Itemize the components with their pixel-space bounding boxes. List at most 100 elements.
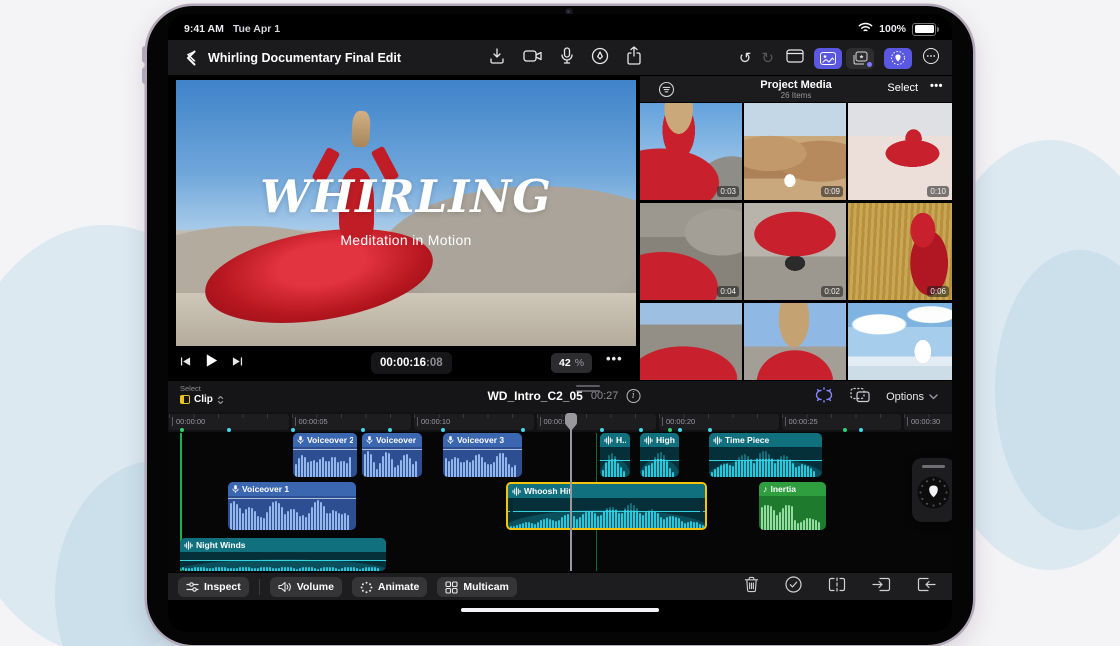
toolbar-button-label: Volume — [297, 581, 334, 593]
keyframe-dot[interactable] — [388, 428, 392, 432]
effects-badge — [867, 62, 872, 67]
info-icon[interactable]: i — [626, 389, 640, 403]
clip-duration-badge: 0:02 — [821, 286, 843, 297]
check-circle-icon[interactable] — [785, 576, 802, 598]
select-mode-label: Select — [180, 384, 201, 393]
clip-duration-badge: 0:04 — [717, 286, 739, 297]
jog-dial[interactable] — [916, 475, 951, 515]
media-browser-button[interactable] — [814, 48, 842, 69]
waveform-icon — [604, 436, 613, 445]
keyframe-dot[interactable] — [227, 428, 231, 432]
timeline-clip[interactable]: Voiceover 3 — [443, 433, 522, 477]
overlay-icon[interactable] — [850, 387, 870, 408]
toolbar-button-label: Animate — [378, 581, 419, 593]
sync-icon[interactable] — [814, 387, 834, 408]
toolbar-right-icons — [744, 576, 936, 598]
jog-button[interactable] — [884, 48, 912, 69]
play-icon[interactable] — [204, 353, 219, 373]
back-button[interactable] — [186, 50, 196, 71]
effects-browser-button[interactable] — [846, 48, 874, 69]
keyframe-dot[interactable] — [843, 428, 847, 432]
timeline-clip[interactable]: Whoosh Hit — [506, 482, 707, 530]
timeline-clip[interactable]: Voiceover 2 — [293, 433, 357, 477]
keyframe-dot[interactable] — [180, 428, 184, 432]
ruler-timecode-label: 00:00:25 — [785, 417, 818, 426]
keyframe-dot[interactable] — [708, 428, 712, 432]
jog-wheel-panel[interactable] — [912, 458, 952, 522]
mic-icon — [447, 435, 454, 445]
media-more-button[interactable]: ••• — [930, 80, 943, 92]
insert-right-icon[interactable] — [917, 577, 936, 597]
keyframe-dot[interactable] — [441, 428, 445, 432]
keyframe-dot[interactable] — [600, 428, 604, 432]
timeline-clip[interactable]: Voiceover 1 — [228, 482, 356, 530]
clip-waveform — [640, 447, 679, 477]
previous-frame-icon[interactable] — [180, 354, 191, 372]
trash-icon[interactable] — [744, 576, 759, 598]
timeline-ruler[interactable]: 00:00:0000:00:0500:00:1000:00:1500:00:20… — [168, 412, 952, 432]
viewer-pane: WHIRLING Meditation in Motion 00:00:16:0… — [168, 76, 640, 378]
keyframe-dot[interactable] — [668, 428, 672, 432]
mic-icon[interactable] — [560, 47, 574, 70]
clip-header: Voiceover 3 — [443, 433, 522, 447]
clip-header: Voiceover 2 — [362, 433, 422, 447]
media-thumbnail[interactable]: 0:09 — [744, 103, 846, 200]
waveform-icon — [512, 487, 521, 496]
share-icon[interactable] — [626, 46, 642, 70]
media-thumbnail[interactable]: 0:10 — [848, 103, 952, 200]
media-thumbnail[interactable] — [848, 303, 952, 380]
undo-icon[interactable]: ↺ — [739, 51, 752, 66]
clip-name: Inertia — [771, 484, 797, 494]
media-thumbnail[interactable]: 0:04 — [640, 203, 742, 300]
select-button[interactable]: Select — [887, 82, 918, 94]
more-button[interactable] — [922, 47, 940, 70]
multicam-button[interactable]: Multicam — [437, 577, 517, 597]
keyframe-dot[interactable] — [361, 428, 365, 432]
jog-drag-handle[interactable] — [922, 465, 945, 468]
insert-left-icon[interactable] — [872, 577, 891, 597]
clip-waveform — [293, 447, 357, 477]
zoom-level[interactable]: 42% — [551, 353, 592, 373]
pencil-circle-icon[interactable] — [591, 47, 609, 70]
timeline-clip[interactable]: High... — [640, 433, 679, 477]
toolbar-button-label: Inspect — [204, 581, 241, 593]
media-thumbnail[interactable] — [640, 303, 742, 380]
timeline-clip[interactable]: Voiceover 2 — [362, 433, 422, 477]
video-preview[interactable]: WHIRLING Meditation in Motion — [176, 80, 636, 346]
inspect-button[interactable]: Inspect — [178, 577, 249, 597]
mic-icon — [232, 484, 239, 494]
timeline-clip[interactable]: Night Winds — [180, 538, 386, 571]
dancer-hat — [351, 110, 371, 147]
animate-button[interactable]: Animate — [352, 577, 427, 597]
media-thumbnail[interactable] — [744, 303, 846, 380]
next-frame-icon[interactable] — [232, 354, 243, 372]
home-indicator[interactable] — [461, 608, 659, 612]
split-clip-icon[interactable] — [828, 577, 846, 597]
ipad-screen: 9:41 AM Tue Apr 1 100% Whirling Document… — [168, 14, 952, 632]
timecode-display[interactable]: 00:00:16:08 — [371, 352, 452, 374]
clip-header: H... — [600, 433, 630, 447]
media-thumbnail[interactable]: 0:02 — [744, 203, 846, 300]
keyframe-dot[interactable] — [678, 428, 682, 432]
keyframe-dot[interactable] — [521, 428, 525, 432]
redo-icon: ↻ — [761, 51, 774, 66]
clip-header: Voiceover 1 — [228, 482, 356, 496]
keyframe-dot[interactable] — [291, 428, 295, 432]
titlebar-window-icon[interactable] — [786, 49, 804, 68]
import-icon[interactable] — [488, 47, 506, 70]
keyframe-dot[interactable] — [639, 428, 643, 432]
clip-waveform — [443, 447, 522, 477]
timeline-clip[interactable]: Time Piece — [709, 433, 822, 477]
camera-icon[interactable] — [523, 48, 543, 69]
options-button[interactable]: Options — [886, 391, 938, 403]
media-thumbnail[interactable]: 0:03 — [640, 103, 742, 200]
viewer-more-button[interactable]: ••• — [606, 351, 623, 366]
keyframe-dot[interactable] — [859, 428, 863, 432]
media-thumbnail[interactable]: 0:06 — [848, 203, 952, 300]
page-background: 9:41 AM Tue Apr 1 100% Whirling Document… — [0, 0, 1120, 646]
clip-tool-selector[interactable]: Clip — [180, 394, 224, 405]
playhead-handle[interactable] — [565, 413, 577, 426]
timeline-clip[interactable]: H... — [600, 433, 630, 477]
timeline-clip[interactable]: ♪Inertia — [759, 482, 826, 530]
volume-button[interactable]: Volume — [270, 577, 342, 597]
